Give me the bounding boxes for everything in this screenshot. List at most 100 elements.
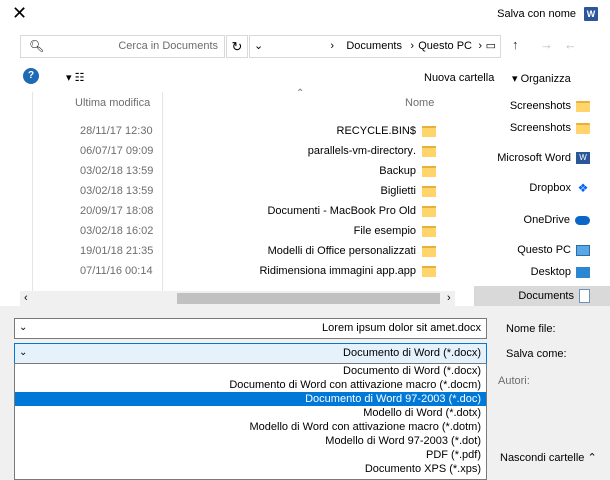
word-folder-icon: W xyxy=(576,152,590,164)
chevron-down-icon[interactable]: ⌄ xyxy=(254,39,263,52)
nav-item-documents[interactable]: Documents xyxy=(474,286,610,306)
pc-breadcrumb-icon: ▭ xyxy=(485,40,496,52)
folder-icon xyxy=(422,246,436,257)
file-row[interactable]: 03/02/18 13:59 Biglietti xyxy=(40,182,436,202)
breadcrumb-questo-pc[interactable]: Questo PC xyxy=(418,40,472,52)
file-name: Backup xyxy=(379,165,416,177)
breadcrumb-arrow-icon: › xyxy=(410,40,414,52)
file-row[interactable]: 19/01/18 21:35 Modelli di Office persona… xyxy=(40,242,436,262)
nav-item-label: Screenshots xyxy=(509,122,571,134)
nav-item-label: Documents xyxy=(518,290,574,302)
nav-item-label: Desktop xyxy=(530,266,571,278)
chevron-down-icon[interactable]: ⌄ xyxy=(19,322,27,333)
forward-arrow-icon[interactable]: → xyxy=(540,37,553,52)
nav-item-onedrive[interactable]: OneDrive xyxy=(524,210,590,230)
file-date: 03/02/18 13:59 xyxy=(80,165,154,177)
onedrive-icon xyxy=(575,215,590,225)
folder-icon xyxy=(422,146,436,157)
nav-item-dropbox[interactable]: ❖ Dropbox xyxy=(529,178,590,198)
save-type-dropdown[interactable]: Documento di Word (*.docx) Documento di … xyxy=(14,363,487,480)
save-type-option-selected[interactable]: Documento di Word 97-2003 (*.doc) xyxy=(15,392,486,406)
file-date: 07/11/16 00:14 xyxy=(80,265,153,277)
nav-item-screenshots[interactable]: Screenshots xyxy=(510,118,590,138)
file-date: 03/02/18 13:59 xyxy=(80,185,154,197)
sort-up-icon: ⌃ xyxy=(296,88,305,99)
nav-item-screenshots[interactable]: Screenshots xyxy=(510,96,590,116)
hide-folders-label: Nascondi cartelle xyxy=(500,452,585,464)
documents-icon xyxy=(579,289,590,303)
file-date: 06/07/17 09:09 xyxy=(80,145,154,157)
search-placeholder: Cerca in Documents xyxy=(118,40,218,52)
nav-item-label: Questo PC xyxy=(517,244,571,256)
save-type-select[interactable]: Documento di Word (*.docx) ⌄ xyxy=(14,343,487,364)
nav-item-label: Microsoft Word xyxy=(497,152,571,164)
save-type-option[interactable]: Modello di Word (*.dotx) xyxy=(15,406,486,420)
file-name: $RECYCLE.BIN xyxy=(336,125,416,137)
file-row[interactable]: 07/11/16 00:14 Ridimensiona immagini app… xyxy=(40,262,436,282)
file-row[interactable]: 28/11/17 12:30 $RECYCLE.BIN xyxy=(40,122,436,142)
save-type-option[interactable]: Documento di Word con attivazione macro … xyxy=(15,378,486,392)
save-type-option[interactable]: Modello di Word 97-2003 (*.dot) xyxy=(15,434,486,448)
file-row[interactable]: 20/09/17 18:08 Documenti - MacBook Pro O… xyxy=(40,202,436,222)
folder-icon xyxy=(576,122,590,134)
save-type-label: Salva come: xyxy=(506,348,567,360)
close-icon[interactable]: ✕ xyxy=(12,4,27,22)
breadcrumb-arrow-icon: › xyxy=(478,40,482,52)
new-folder-button[interactable]: Nuova cartella xyxy=(424,72,494,84)
chevron-down-icon[interactable]: ⌄ xyxy=(19,347,27,358)
save-type-option[interactable]: Modello di Word con attivazione macro (*… xyxy=(15,420,486,434)
file-name: .parallels-vm-directory xyxy=(307,145,416,157)
file-name: File esempio xyxy=(353,225,416,237)
scroll-left-icon[interactable]: ‹ xyxy=(24,292,28,304)
help-icon[interactable]: ? xyxy=(23,68,39,84)
column-header-modified[interactable]: Ultima modifica xyxy=(75,97,150,109)
refresh-button[interactable]: ↻ xyxy=(226,35,248,58)
organize-label: Organizza xyxy=(520,73,571,85)
chevron-up-icon: ⌃ xyxy=(587,452,597,464)
breadcrumb-arrow-icon: › xyxy=(330,40,334,52)
folder-icon xyxy=(422,166,436,177)
file-name: Biglietti xyxy=(380,185,416,197)
save-type-value: Documento di Word (*.docx) xyxy=(343,347,481,359)
file-row[interactable]: 06/07/17 09:09 .parallels-vm-directory xyxy=(40,142,436,162)
search-input[interactable]: 🔍︎ Cerca in Documents xyxy=(20,35,225,58)
filename-value: Lorem ipsum dolor sit amet.docx xyxy=(322,322,481,334)
dropbox-icon: ❖ xyxy=(577,181,589,195)
folder-icon xyxy=(422,126,436,137)
folder-icon xyxy=(576,100,590,112)
up-arrow-icon[interactable]: ↑ xyxy=(512,37,519,52)
nav-item-desktop[interactable]: Desktop xyxy=(531,262,590,282)
horizontal-scroll-thumb[interactable] xyxy=(177,293,440,304)
file-row[interactable]: 03/02/18 13:59 Backup xyxy=(40,162,436,182)
folder-icon xyxy=(422,226,436,237)
window-title: Salva con nome xyxy=(497,8,576,20)
folder-icon xyxy=(422,266,436,277)
column-header-name[interactable]: Nome xyxy=(405,97,434,109)
file-name: Documenti - MacBook Pro Old xyxy=(267,205,416,217)
save-type-option[interactable]: PDF (*.pdf) xyxy=(15,448,486,462)
scroll-right-icon[interactable]: › xyxy=(447,292,451,304)
nav-item-label: Dropbox xyxy=(529,182,571,194)
filename-label: Nome file: xyxy=(506,323,556,335)
back-arrow-icon[interactable]: ← xyxy=(564,37,577,52)
column-divider[interactable] xyxy=(32,92,33,292)
authors-label: Autori: xyxy=(498,375,530,387)
view-options-dropdown[interactable]: ▾ ☷ xyxy=(66,71,84,84)
address-bar[interactable]: › ▭ Questo PC › Documents › ⌄ xyxy=(249,35,501,58)
nav-item-microsoft-word[interactable]: W Microsoft Word xyxy=(497,148,590,168)
organize-button[interactable]: ▾ Organizza xyxy=(512,72,571,85)
search-icon: 🔍︎ xyxy=(29,39,45,53)
save-type-option[interactable]: Documento di Word (*.docx) xyxy=(15,364,486,378)
file-row[interactable]: 03/02/18 16:02 File esempio xyxy=(40,222,436,242)
title-bar: ✕ Salva con nome W xyxy=(0,0,610,30)
folder-icon xyxy=(422,186,436,197)
file-name: Ridimensiona immagini app.app xyxy=(259,265,416,277)
breadcrumb-documents[interactable]: Documents xyxy=(346,40,402,52)
nav-item-questo-pc[interactable]: Questo PC xyxy=(517,240,590,260)
file-name: Modelli di Office personalizzati xyxy=(267,245,416,257)
hide-folders-button[interactable]: Nascondi cartelle ⌃ xyxy=(500,451,597,464)
filename-input[interactable]: Lorem ipsum dolor sit amet.docx ⌄ xyxy=(14,318,487,339)
save-type-option[interactable]: Documento XPS (*.xps) xyxy=(15,462,486,476)
nav-item-label: Screenshots xyxy=(509,100,571,112)
file-date: 28/11/17 12:30 xyxy=(80,125,153,137)
